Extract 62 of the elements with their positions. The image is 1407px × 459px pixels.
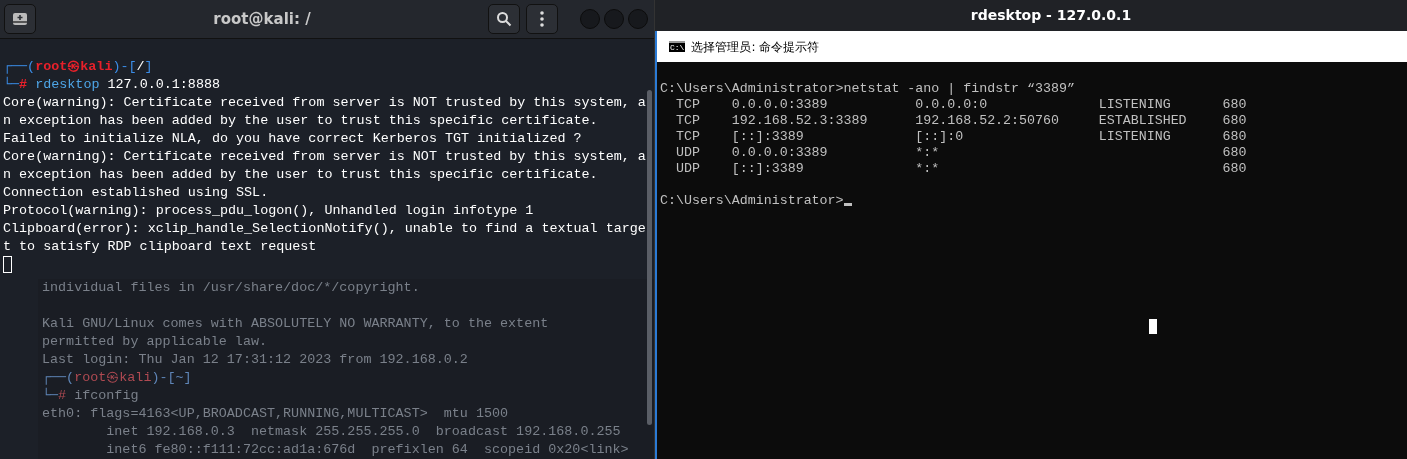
search-icon <box>496 11 512 27</box>
output-line: Protocol(warning): process_pdu_logon(), Unhandled login infotype 1 <box>3 202 534 220</box>
background-line: eth0: flags=4163<UP,BROADCAST,RUNNING,MULTICAST> mtu 1500 <box>42 405 509 423</box>
cmd-icon: C:\ <box>669 41 686 52</box>
output-line: Core(warning): Certificate received from server is NOT trusted by this system, a <box>3 148 646 166</box>
state-cell: LISTENING <box>1098 129 1171 144</box>
menu-button[interactable] <box>526 4 558 34</box>
output-line: Connection established using SSL. <box>3 184 269 202</box>
protocol-cell: TCP <box>675 129 700 144</box>
protocol-cell: UDP <box>675 145 700 160</box>
background-line: permitted by applicable law. <box>42 333 267 351</box>
foreign-cell: 0.0.0.0:0 <box>915 97 988 112</box>
background-line: inet 192.168.0.3 netmask 255.255.255.0 broadcast 192.168.0.255 <box>105 423 621 441</box>
search-button[interactable] <box>488 4 520 34</box>
new-tab-icon <box>12 12 28 26</box>
state-cell: LISTENING <box>1098 97 1171 112</box>
local-cell: 192.168.52.3:3389 <box>731 113 868 128</box>
background-line: individual files in /usr/share/doc/*/copyright. <box>42 279 420 297</box>
pid-cell: 680 <box>1222 145 1247 160</box>
window-title: 选择管理员: 命令提示符 <box>691 38 820 56</box>
prompt-line: ┌──(root㉿kali)-[/] <box>3 58 153 76</box>
output-line: t to satisfy RDP clipboard text request <box>3 238 317 256</box>
local-cell: 0.0.0.0:3389 <box>731 97 828 112</box>
cursor <box>3 256 12 273</box>
maximize-button[interactable] <box>604 9 624 29</box>
protocol-cell: TCP <box>675 97 700 112</box>
output-line: n exception has been added by the user to trust this specific certificate. <box>3 166 598 184</box>
protocol-cell: TCP <box>675 113 700 128</box>
foreign-cell: 192.168.52.2:50760 <box>915 113 1059 128</box>
output-line: Core(warning): Certificate received from server is NOT trusted by this system, a <box>3 94 646 112</box>
foreign-cell: [::]:0 <box>915 129 964 144</box>
scrollbar[interactable] <box>647 90 652 425</box>
console-cursor <box>843 203 852 206</box>
window-title: root@kali: / <box>212 8 312 30</box>
menu-icon <box>540 11 544 27</box>
output-line: n exception has been added by the user to trust this specific certificate. <box>3 112 598 130</box>
local-cell: 0.0.0.0:3389 <box>731 145 828 160</box>
pid-cell: 680 <box>1222 113 1247 128</box>
text-cursor-icon <box>1149 319 1157 334</box>
background-prompt-line: ┌──(root㉿kali)-[~] <box>42 369 192 387</box>
pid-cell: 680 <box>1222 129 1247 144</box>
local-cell: [::]:3389 <box>731 161 804 176</box>
background-line: Kali GNU/Linux comes with ABSOLUTELY NO WARRANTY, to the extent <box>42 315 549 333</box>
foreign-cell: *:* <box>915 161 940 176</box>
background-line: inet6 fe80::f111:72cc:ad1a:676d prefixlen 64 scopeid 0x20<link> <box>105 441 629 459</box>
protocol-cell: UDP <box>675 161 700 176</box>
foreign-cell: *:* <box>915 145 940 160</box>
pid-cell: 680 <box>1222 161 1247 176</box>
new-tab-button[interactable] <box>4 4 36 34</box>
pid-cell: 680 <box>1222 97 1247 112</box>
command-line: C:\Users\Administrator>netstat -ano | findstr “3389” <box>660 81 1075 97</box>
state-cell: ESTABLISHED <box>1098 113 1187 128</box>
output-line: Failed to initialize NLA, do you have correct Kerberos TGT initialized ? <box>3 130 582 148</box>
window-title: rdesktop - 127.0.0.1 <box>969 6 1132 25</box>
minimize-button[interactable] <box>580 9 600 29</box>
close-button[interactable] <box>628 9 648 29</box>
background-line: Last login: Thu Jan 12 17:31:12 2023 from 192.168.0.2 <box>42 351 468 369</box>
prompt-text: C:\Users\Administrator> <box>660 193 844 208</box>
local-cell: [::]:3389 <box>731 129 804 144</box>
output-line: Clipboard(error): xclip_handle_SelectionNotify(), unable to find a textual targe <box>3 220 646 238</box>
command-line: └─# rdesktop 127.0.0.1:8888 <box>3 76 220 94</box>
background-command-line: └─# ifconfig <box>42 387 139 405</box>
